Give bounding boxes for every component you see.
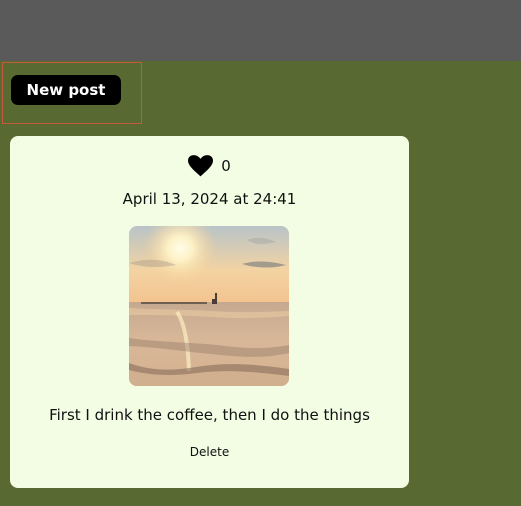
likes-count: 0 [221, 157, 231, 175]
post-card: 0 April 13, 2024 at 24:41 First I drink … [10, 136, 409, 488]
top-bar [0, 0, 521, 61]
new-post-selection-outline: New post [2, 62, 142, 124]
post-date: April 13, 2024 at 24:41 [122, 190, 297, 208]
heart-icon[interactable] [188, 155, 214, 177]
delete-button[interactable]: Delete [175, 442, 244, 462]
post-caption: First I drink the coffee, then I do the … [49, 406, 370, 424]
likes-row: 0 [10, 153, 409, 179]
new-post-button[interactable]: New post [11, 75, 121, 105]
post-image-sunset-beach [129, 226, 289, 386]
